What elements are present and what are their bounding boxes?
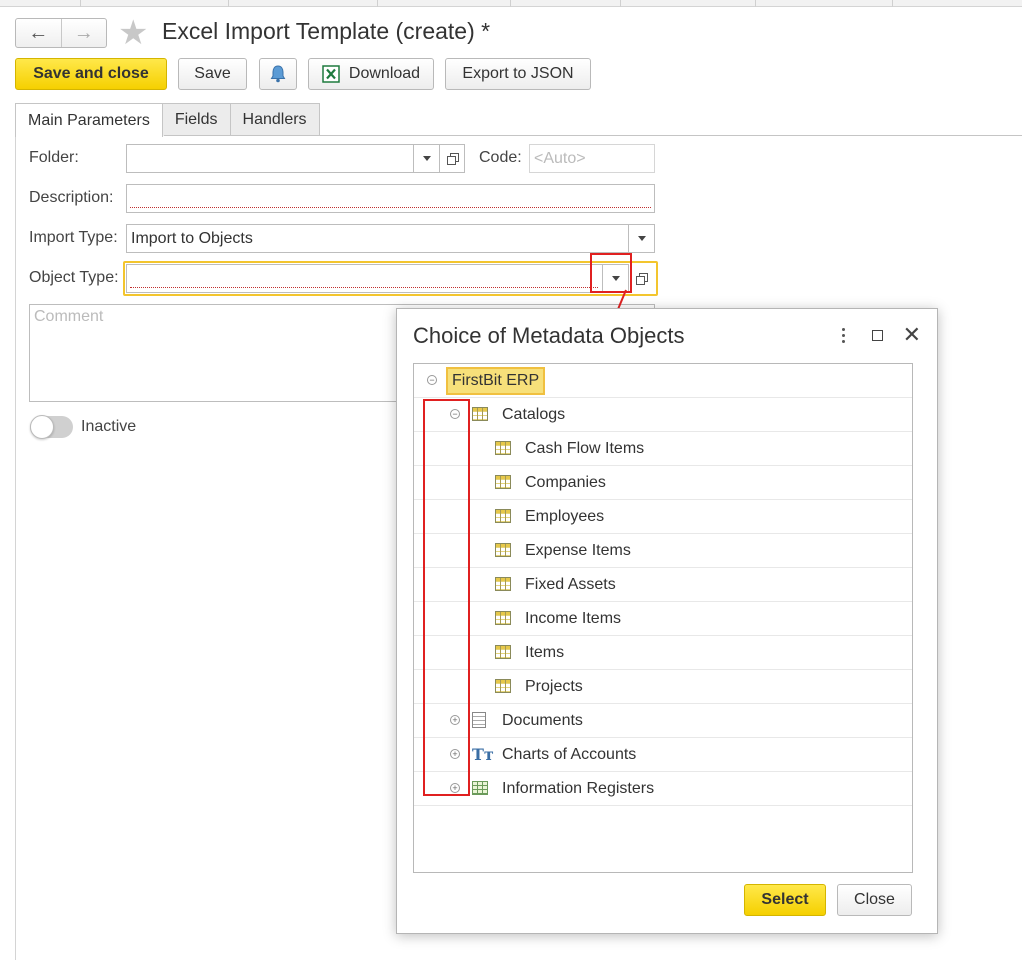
import-type-value: Import to Objects: [131, 229, 253, 247]
catalog-icon: [495, 441, 511, 455]
bell-icon: [270, 65, 286, 83]
tree-label: Charts of Accounts: [502, 746, 637, 763]
tree-row-catalogs[interactable]: − Catalogs: [414, 398, 912, 432]
tree-root-label: FirstBit ERP: [446, 367, 546, 395]
save-button[interactable]: Save: [178, 58, 247, 90]
tree-row-documents[interactable]: + Documents: [414, 704, 912, 738]
close-button[interactable]: Close: [837, 884, 912, 916]
tab-handlers[interactable]: Handlers: [229, 103, 320, 136]
folder-dropdown-button[interactable]: [413, 145, 439, 172]
import-type-label: Import Type:: [29, 229, 118, 246]
notify-button[interactable]: [259, 58, 297, 90]
open-form-icon: [446, 153, 459, 165]
collapse-icon[interactable]: −: [427, 375, 437, 385]
catalog-icon: [495, 509, 511, 523]
tree-label: Information Registers: [502, 780, 655, 797]
folder-label: Folder:: [29, 149, 79, 166]
catalog-icon: [495, 679, 511, 693]
more-actions-icon[interactable]: [836, 327, 852, 343]
toggle-knob: [30, 415, 54, 439]
arrow-right-icon[interactable]: →: [60, 19, 107, 47]
tree-row-charts-of-accounts[interactable]: + Tт Charts of Accounts: [414, 738, 912, 772]
tree-row-catalog-item[interactable]: Fixed Assets: [414, 568, 912, 602]
catalog-icon: [472, 407, 488, 421]
tree-row-catalog-item[interactable]: Companies: [414, 466, 912, 500]
tree-row-root[interactable]: − FirstBit ERP: [414, 364, 912, 398]
required-underline: [130, 287, 598, 288]
tree-label: Items: [525, 644, 565, 661]
open-form-icon: [635, 273, 648, 285]
favorite-star-icon[interactable]: ★: [118, 16, 148, 50]
metadata-tree: − FirstBit ERP − Catalogs Cash Flow Item…: [413, 363, 913, 873]
tab-fields[interactable]: Fields: [161, 103, 231, 136]
catalog-icon: [495, 611, 511, 625]
description-field[interactable]: [126, 184, 655, 213]
tree-row-catalog-item[interactable]: Projects: [414, 670, 912, 704]
expander-column-highlight-box: [423, 399, 470, 796]
tree-row-catalog-item[interactable]: Items: [414, 636, 912, 670]
code-field[interactable]: <Auto>: [529, 144, 655, 173]
chevron-down-icon: [422, 156, 431, 161]
inactive-label: Inactive: [81, 418, 137, 435]
tree-row-catalog-item[interactable]: Employees: [414, 500, 912, 534]
arrow-left-icon[interactable]: ←: [16, 19, 61, 47]
import-type-dropdown-button[interactable]: [628, 225, 654, 252]
close-icon[interactable]: ✕: [903, 324, 921, 346]
register-icon: [472, 781, 488, 795]
document-icon: [472, 712, 486, 728]
dropdown-highlight-box: [590, 253, 632, 293]
history-nav: ← →: [15, 18, 107, 48]
download-button[interactable]: Download: [308, 58, 434, 90]
description-label: Description:: [29, 189, 114, 206]
tab-main-parameters[interactable]: Main Parameters: [15, 103, 163, 137]
catalog-icon: [495, 543, 511, 557]
form-border: [15, 135, 16, 960]
tree-row-information-registers[interactable]: + Information Registers: [414, 772, 912, 806]
dialog-window-controls: ✕: [836, 324, 921, 346]
excel-icon: [322, 65, 340, 83]
tree-label: Cash Flow Items: [525, 440, 645, 457]
catalog-icon: [495, 645, 511, 659]
export-json-button[interactable]: Export to JSON: [445, 58, 591, 90]
required-underline: [130, 207, 651, 208]
tree-row-catalog-item[interactable]: Cash Flow Items: [414, 432, 912, 466]
folder-open-button[interactable]: [439, 144, 465, 173]
select-button[interactable]: Select: [744, 884, 826, 916]
tree-label: Companies: [525, 474, 606, 491]
code-label: Code:: [479, 149, 522, 166]
page-title: Excel Import Template (create) *: [162, 18, 491, 44]
window-tab-strip: [0, 0, 1022, 7]
inactive-toggle[interactable]: [30, 415, 73, 439]
tree-label: Expense Items: [525, 542, 631, 559]
tree-label: Projects: [525, 678, 583, 695]
metadata-choice-dialog: Choice of Metadata Objects ✕ − FirstBit …: [396, 308, 938, 934]
save-and-close-button[interactable]: Save and close: [15, 58, 167, 90]
folder-field[interactable]: [126, 144, 440, 173]
dialog-title: Choice of Metadata Objects: [413, 323, 685, 348]
object-type-field[interactable]: [126, 264, 629, 293]
maximize-icon[interactable]: [871, 329, 883, 341]
tree-label: Catalogs: [502, 406, 566, 423]
tab-divider: [164, 135, 1022, 136]
tab-bar: Main Parameters Fields Handlers: [15, 103, 320, 137]
tree-label: Income Items: [525, 610, 622, 627]
tree-label: Employees: [525, 508, 605, 525]
tree-row-catalog-item[interactable]: Income Items: [414, 602, 912, 636]
tree-label: Documents: [502, 712, 583, 729]
catalog-icon: [495, 577, 511, 591]
catalog-icon: [495, 475, 511, 489]
object-type-label: Object Type:: [29, 269, 119, 286]
chevron-down-icon: [637, 236, 646, 241]
tree-row-catalog-item[interactable]: Expense Items: [414, 534, 912, 568]
download-label: Download: [348, 65, 421, 82]
tree-label: Fixed Assets: [525, 576, 616, 593]
import-type-field[interactable]: Import to Objects: [126, 224, 655, 253]
charts-of-accounts-icon: Tт: [472, 745, 494, 764]
